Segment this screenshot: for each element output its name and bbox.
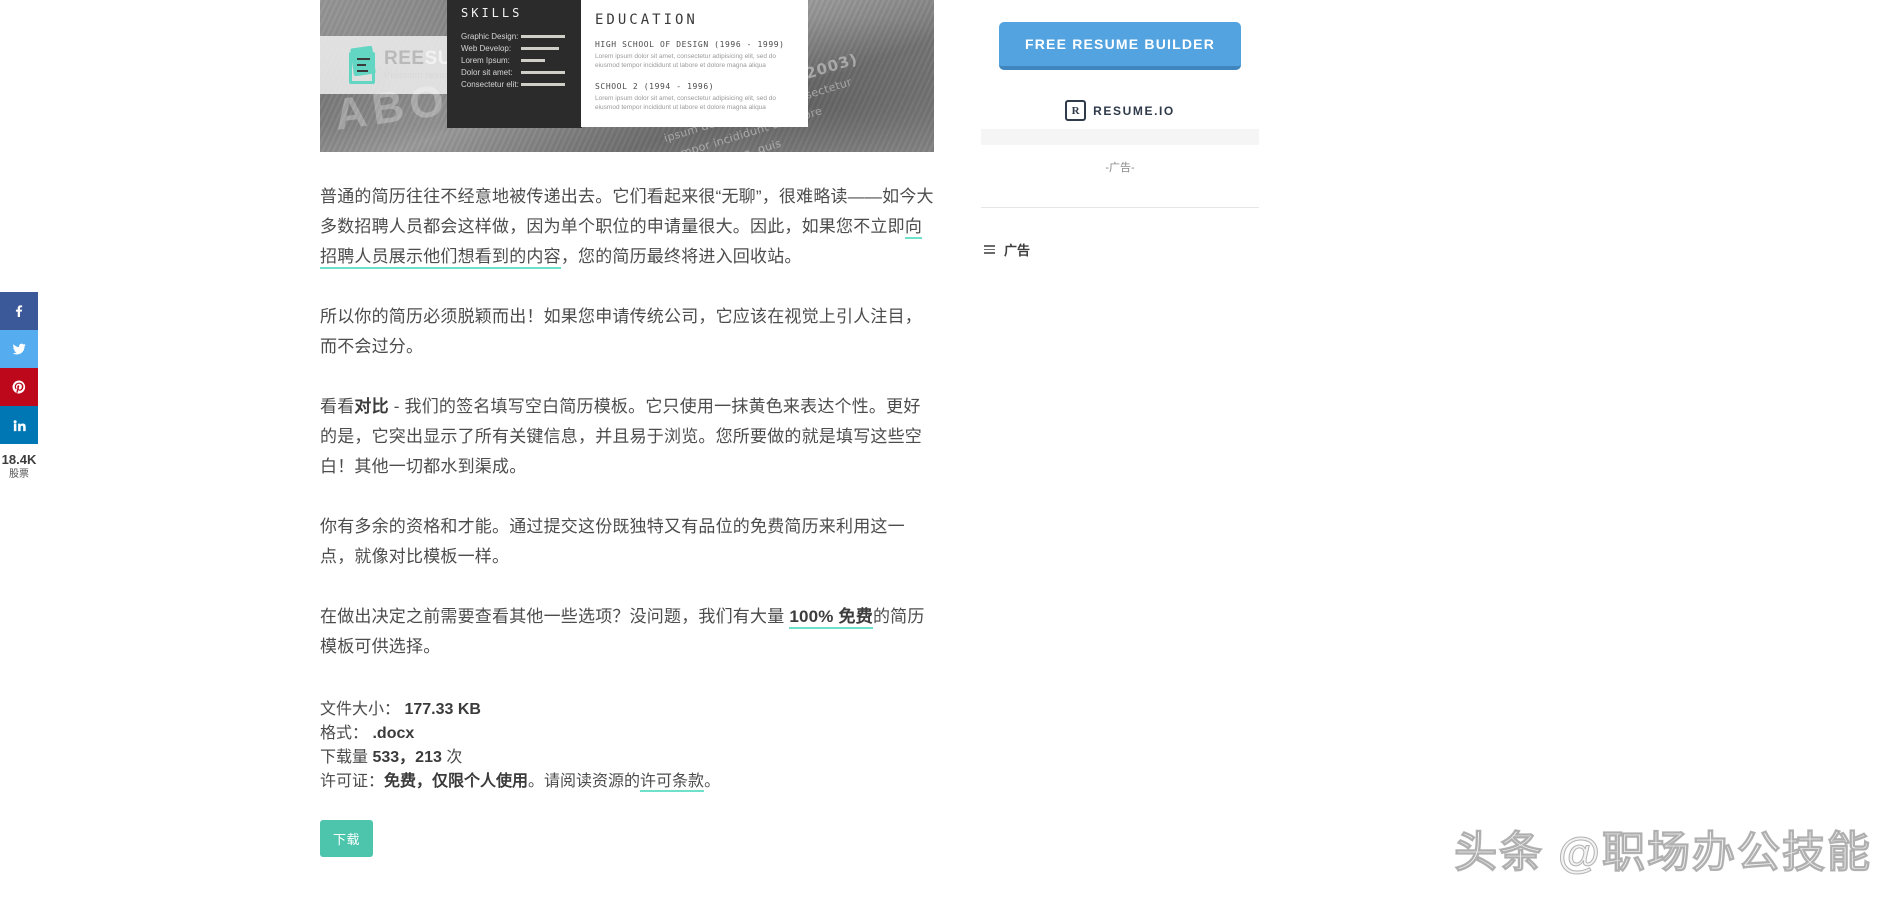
share-count-label: 股票 xyxy=(9,469,29,481)
skill-row: Web Develop: xyxy=(461,42,582,54)
share-count-value: 18.4K xyxy=(1,452,37,467)
skill-bar xyxy=(521,58,545,62)
education-card: EDUCATION HIGH SCHOOL OF DESIGN (1996 - … xyxy=(581,0,808,127)
downloads-value: 533，213 xyxy=(372,749,442,766)
resume-io-logo-icon: R xyxy=(1065,100,1087,121)
linkedin-share-button[interactable] xyxy=(0,406,38,444)
paragraph-5-text-before: 在做出决定之前需要查看其他一些选项？没问题，我们有大量 xyxy=(320,607,790,626)
file-downloads-row: 下载量 533，213 次 xyxy=(320,746,934,770)
file-size-value: 177.33 KB xyxy=(404,701,481,718)
license-label: 许可证： xyxy=(320,773,385,790)
education-entry-body: Lorem ipsum dolor sit amet, consectetur … xyxy=(595,53,777,69)
pinterest-icon xyxy=(11,379,27,395)
file-format-row: 格式： .docx xyxy=(320,722,934,746)
pinterest-save-button[interactable] xyxy=(0,368,38,406)
ad-choices-label: 广告 xyxy=(1004,243,1031,258)
resume-template-preview-image[interactable]: (2003 - 2005) dolor sit amet, consectetu… xyxy=(320,0,934,152)
free-templates-link[interactable]: 100% 免费 xyxy=(789,607,873,629)
paragraph-1: 普通的简历往往不经意地被传递出去。它们看起来很“无聊”，很难略读——如今大多数招… xyxy=(320,182,934,272)
education-title: EDUCATION xyxy=(595,12,698,28)
skill-label: Graphic Design: xyxy=(461,31,519,41)
skills-list: Graphic Design: Web Develop: Lorem Ipsum… xyxy=(461,30,582,90)
social-share-bar: 18.4K 股票 xyxy=(0,292,38,482)
paragraph-5: 在做出决定之前需要查看其他一些选项？没问题，我们有大量 100% 免费的简历模板… xyxy=(320,602,934,662)
paragraph-3-lead: 看看 xyxy=(320,397,355,416)
sidebar-divider xyxy=(981,207,1259,208)
education-entry-body: Lorem ipsum dolor sit amet, consectetur … xyxy=(595,95,777,111)
article-body: 普通的简历往往不经意地被传递出去。它们看起来很“无聊”，很难略读——如今大多数招… xyxy=(320,152,934,857)
skill-row: Lorem Ipsum: xyxy=(461,54,582,66)
ad-choices-row[interactable]: 广告 xyxy=(984,240,1278,259)
facebook-icon xyxy=(11,303,27,319)
paragraph-2: 所以你的简历必须脱颖而出！如果您申请传统公司，它应该在视觉上引人注目，而不会过分… xyxy=(320,307,922,356)
ad-placeholder-strip xyxy=(981,129,1259,145)
file-size-row: 文件大小： 177.33 KB xyxy=(320,698,934,722)
linkedin-icon xyxy=(12,418,27,433)
skill-bar xyxy=(521,70,565,74)
logo-name-light: REE xyxy=(384,47,425,69)
file-license-row: 许可证：免费，仅限个人使用。请阅读资源的许可条款。 xyxy=(320,770,934,794)
skill-label: Consectetur elit: xyxy=(461,79,519,89)
downloads-label: 下载量 xyxy=(320,749,369,766)
watermark-text: 头条 @职场办公技能 xyxy=(1454,829,1872,878)
resume-io-brand[interactable]: R RESUME.IO xyxy=(962,100,1278,121)
paragraph-3: 看看对比 - 我们的签名填写空白简历模板。它只使用一抹黄色来表达个性。更好的是，… xyxy=(320,392,934,482)
skills-title: SKILLS xyxy=(461,6,523,20)
free-resume-builder-button[interactable]: FREE RESUME BUILDER xyxy=(999,22,1241,70)
paragraph-3-bold: 对比 xyxy=(354,397,389,416)
article-column: (2003 - 2005) dolor sit amet, consectetu… xyxy=(320,0,934,857)
skill-row: Graphic Design: xyxy=(461,30,582,42)
file-format-value: .docx xyxy=(372,725,415,742)
file-format-label: 格式： xyxy=(320,725,369,742)
ad-disclosure-label: -广告- xyxy=(1105,162,1135,174)
freesumes-mark-icon xyxy=(348,44,382,84)
skill-row: Consectetur elit: xyxy=(461,78,582,90)
paragraph-3-rest: - 我们的签名填写空白简历模板。它只使用一抹黄色来表达个性。更好的是，它突出显示… xyxy=(320,397,922,476)
education-entry-heading: HIGH SCHOOL OF DESIGN (1996 - 1999) xyxy=(595,40,785,49)
page-root: 18.4K 股票 (2003 - 2005) dolor sit amet, c… xyxy=(0,0,1894,902)
education-entry-heading: SCHOOL 2 (1994 - 1996) xyxy=(595,82,715,91)
skill-row: Dolor sit amet: xyxy=(461,66,582,78)
skill-bar xyxy=(521,34,565,38)
paragraph-1-text-before: 普通的简历往往不经意地被传递出去。它们看起来很“无聊”，很难略读——如今大多数招… xyxy=(320,187,934,236)
license-terms-link[interactable]: 许可条款 xyxy=(640,773,705,792)
download-button[interactable]: 下载 xyxy=(320,820,374,857)
twitter-share-button[interactable] xyxy=(0,330,38,368)
downloads-suffix: 次 xyxy=(446,749,463,766)
resume-io-brand-text: RESUME.IO xyxy=(1093,103,1175,118)
skill-bar xyxy=(521,82,565,86)
ad-choices-icon xyxy=(984,245,995,254)
license-note-after: 。 xyxy=(704,773,721,790)
twitter-icon xyxy=(11,341,27,357)
file-meta-block: 文件大小： 177.33 KB 格式： .docx 下载量 533，213 次 … xyxy=(320,698,934,794)
license-note-before: 。请阅读资源的 xyxy=(528,773,641,790)
share-count: 18.4K 股票 xyxy=(0,444,38,482)
skill-label: Dolor sit amet: xyxy=(461,67,513,77)
skill-label: Lorem Ipsum: xyxy=(461,55,510,65)
paragraph-1-text-after: ，您的简历最终将进入回收站。 xyxy=(560,247,802,266)
paragraph-4: 你有多余的资格和才能。通过提交这份既独特又有品位的免费简历来利用这一点，就像对比… xyxy=(320,517,905,566)
file-size-label: 文件大小： xyxy=(320,701,401,718)
sidebar: FREE RESUME BUILDER R RESUME.IO -广告- 广告 xyxy=(962,0,1278,259)
sponsor-ad-card: FREE RESUME BUILDER R RESUME.IO -广告- 广告 xyxy=(962,0,1278,259)
skills-panel: SKILLS Graphic Design: Web Develop: Lore… xyxy=(447,0,582,128)
skill-bar xyxy=(521,46,559,50)
license-value: 免费，仅限个人使用 xyxy=(384,773,529,790)
skill-label: Web Develop: xyxy=(461,43,512,53)
facebook-share-button[interactable] xyxy=(0,292,38,330)
